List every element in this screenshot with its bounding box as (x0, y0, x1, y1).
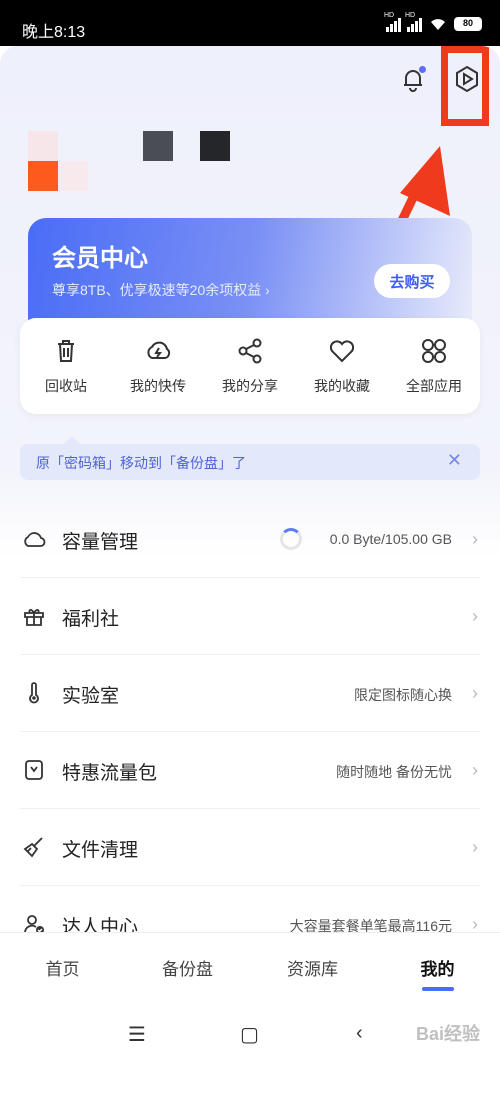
signal-hd-label-2: HD (405, 12, 416, 19)
signal-icon: HD (384, 12, 401, 32)
menu-item-hint: 限定图标随心换 (354, 687, 452, 703)
annotation-highlight-box (441, 46, 489, 126)
back-nav-icon[interactable]: ‹ (356, 1022, 363, 1045)
vip-subtitle[interactable]: 尊享8TB、优享极速等20余项权益 › (52, 280, 270, 300)
watermark: Bai经验 (415, 1024, 480, 1044)
heart-icon (329, 340, 355, 363)
signal-icon-2: HD (405, 12, 422, 32)
quick-action-label: 我的收藏 (314, 378, 370, 394)
chevron-right-icon: › (472, 837, 478, 857)
tab-label: 首页 (45, 960, 80, 979)
quick-action-label: 回收站 (45, 378, 87, 394)
menu-list: 容量管理 0.0 Byte/105.00 GB › 福利社 › 实验室 限定图标… (0, 501, 500, 963)
quick-actions: 回收站 我的快传 我的分享 我的收藏 全部应用 (20, 318, 480, 414)
tab-home[interactable]: 首页 (0, 933, 125, 1004)
status-icons: HD HD 80 (384, 12, 482, 32)
quick-action-favorites[interactable]: 我的收藏 (298, 336, 386, 396)
signal-hd-label: HD (384, 12, 395, 19)
chevron-right-icon: › (472, 606, 478, 626)
quick-action-all-apps[interactable]: 全部应用 (390, 336, 478, 396)
menu-item-storage[interactable]: 容量管理 0.0 Byte/105.00 GB › (20, 501, 480, 578)
storage-usage: 0.0 Byte/105.00 GB (329, 531, 452, 547)
profile-page: 会员中心 尊享8TB、优享极速等20余项权益 › 去购买 回收站 我的快传 我的… (0, 46, 500, 1111)
tab-library[interactable]: 资源库 (250, 933, 375, 1004)
buy-button[interactable]: 去购买 (374, 264, 450, 298)
close-icon[interactable]: ✕ (447, 450, 462, 471)
avatar[interactable] (28, 131, 88, 191)
tab-me[interactable]: 我的 (375, 933, 500, 1004)
notification-dot (419, 66, 426, 73)
status-bar: 晚上8:13 HD HD 80 (0, 0, 500, 46)
menu-item-data-pack[interactable]: 特惠流量包 随时随地 备份无忧 › (20, 732, 480, 809)
menu-item-label: 实验室 (62, 686, 120, 707)
share-icon (238, 338, 262, 364)
home-nav-icon[interactable]: ▢ (240, 1022, 259, 1047)
username-redacted-2 (200, 131, 230, 161)
quick-action-transfer[interactable]: 我的快传 (114, 336, 202, 396)
menu-item-label: 福利社 (62, 609, 120, 630)
cloud-icon (24, 532, 46, 547)
notice-pointer (64, 436, 80, 444)
notice-text: 原「密码箱」移动到「备份盘」了 (36, 455, 246, 471)
storage-progress-ring (280, 528, 302, 550)
menu-nav-icon[interactable]: ☰ (128, 1022, 146, 1047)
cloud-bolt-icon (147, 341, 171, 359)
chevron-right-icon: › (472, 529, 478, 549)
chevron-right-icon: › (472, 760, 478, 780)
tab-label: 备份盘 (162, 960, 213, 979)
username-redacted-1 (143, 131, 173, 161)
quick-action-recycle-bin[interactable]: 回收站 (22, 336, 110, 396)
chevron-right-icon: › (472, 683, 478, 703)
bottom-tab-bar: 首页 备份盘 资源库 我的 (0, 932, 500, 1004)
tab-label: 我的 (420, 960, 455, 979)
tab-active-indicator (421, 987, 454, 991)
menu-item-label: 容量管理 (62, 532, 139, 553)
gift-icon (24, 609, 44, 626)
menu-item-welfare[interactable]: 福利社 › (20, 578, 480, 655)
menu-item-label: 特惠流量包 (62, 763, 158, 784)
wifi-icon (431, 19, 445, 30)
sim-icon (25, 760, 43, 780)
bell-icon[interactable] (398, 64, 428, 94)
system-nav-bar: ☰ ▢ ‹ Bai经验 (0, 1004, 500, 1065)
thermometer-icon (29, 682, 39, 704)
tab-backup[interactable]: 备份盘 (125, 933, 250, 1004)
broom-icon (23, 837, 43, 858)
apps-icon (422, 339, 446, 363)
quick-action-label: 我的分享 (222, 378, 278, 394)
menu-item-hint: 随时随地 备份无忧 (336, 764, 452, 780)
quick-action-share[interactable]: 我的分享 (206, 336, 294, 396)
quick-action-label: 我的快传 (130, 378, 186, 394)
tab-label: 资源库 (287, 960, 338, 979)
status-time: 晚上8:13 (22, 24, 86, 41)
notice-banner[interactable]: 原「密码箱」移动到「备份盘」了 ✕ (20, 436, 480, 480)
menu-item-file-cleanup[interactable]: 文件清理 › (20, 809, 480, 886)
trash-icon (58, 340, 74, 362)
vip-title: 会员中心 (52, 245, 148, 272)
battery-icon: 80 (454, 17, 482, 31)
quick-action-label: 全部应用 (406, 378, 462, 394)
menu-item-lab[interactable]: 实验室 限定图标随心换 › (20, 655, 480, 732)
menu-item-label: 文件清理 (62, 840, 139, 861)
